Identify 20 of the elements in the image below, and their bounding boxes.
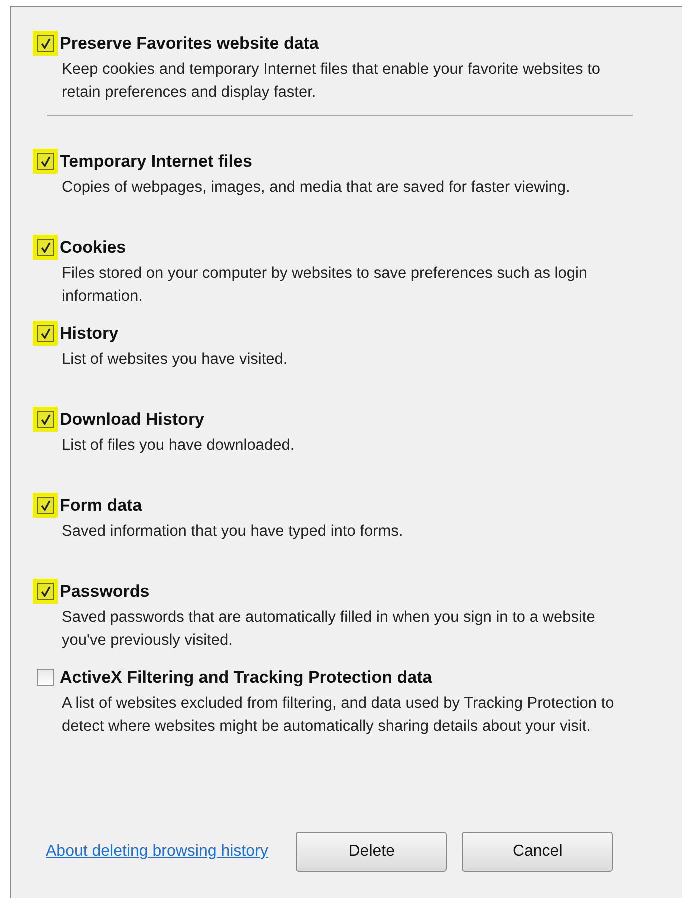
option-label: ActiveX Filtering and Tracking Protection data xyxy=(60,667,434,689)
option-description: Saved information that you have typed into forms. xyxy=(62,522,404,542)
option-description: Keep cookies and temporary Internet files that enable your favorite websites to retain preferences and display faster. xyxy=(62,60,602,103)
checkbox[interactable] xyxy=(37,669,54,686)
help-link[interactable]: About deleting browsing history xyxy=(46,843,268,861)
option-label: Temporary Internet files xyxy=(60,151,254,173)
option-description: Files stored on your computer by websites to save preferences such as login information. xyxy=(62,264,589,307)
option-label: Passwords xyxy=(60,581,151,603)
delete-button[interactable]: Delete xyxy=(296,832,448,872)
option-description: List of files you have downloaded. xyxy=(62,436,296,456)
option-label: Form data xyxy=(60,495,144,517)
option-label: Cookies xyxy=(60,237,128,259)
option-description: A list of websites excluded from filtering, and data used by Tracking Protection to detect where websites might be automatically sharing details about your visit. xyxy=(62,694,616,737)
cancel-button[interactable]: Cancel xyxy=(462,832,614,872)
option-description: Copies of webpages, images, and media that are saved for faster viewing. xyxy=(62,178,572,198)
option-label: History xyxy=(60,323,120,345)
option-label: Download History xyxy=(60,409,206,431)
option-label: Preserve Favorites website data xyxy=(60,33,320,55)
option-description: List of websites you have visited. xyxy=(62,350,289,370)
option-description: Saved passwords that are automatically filled in when you sign in to a website you've previously visited. xyxy=(62,608,596,651)
